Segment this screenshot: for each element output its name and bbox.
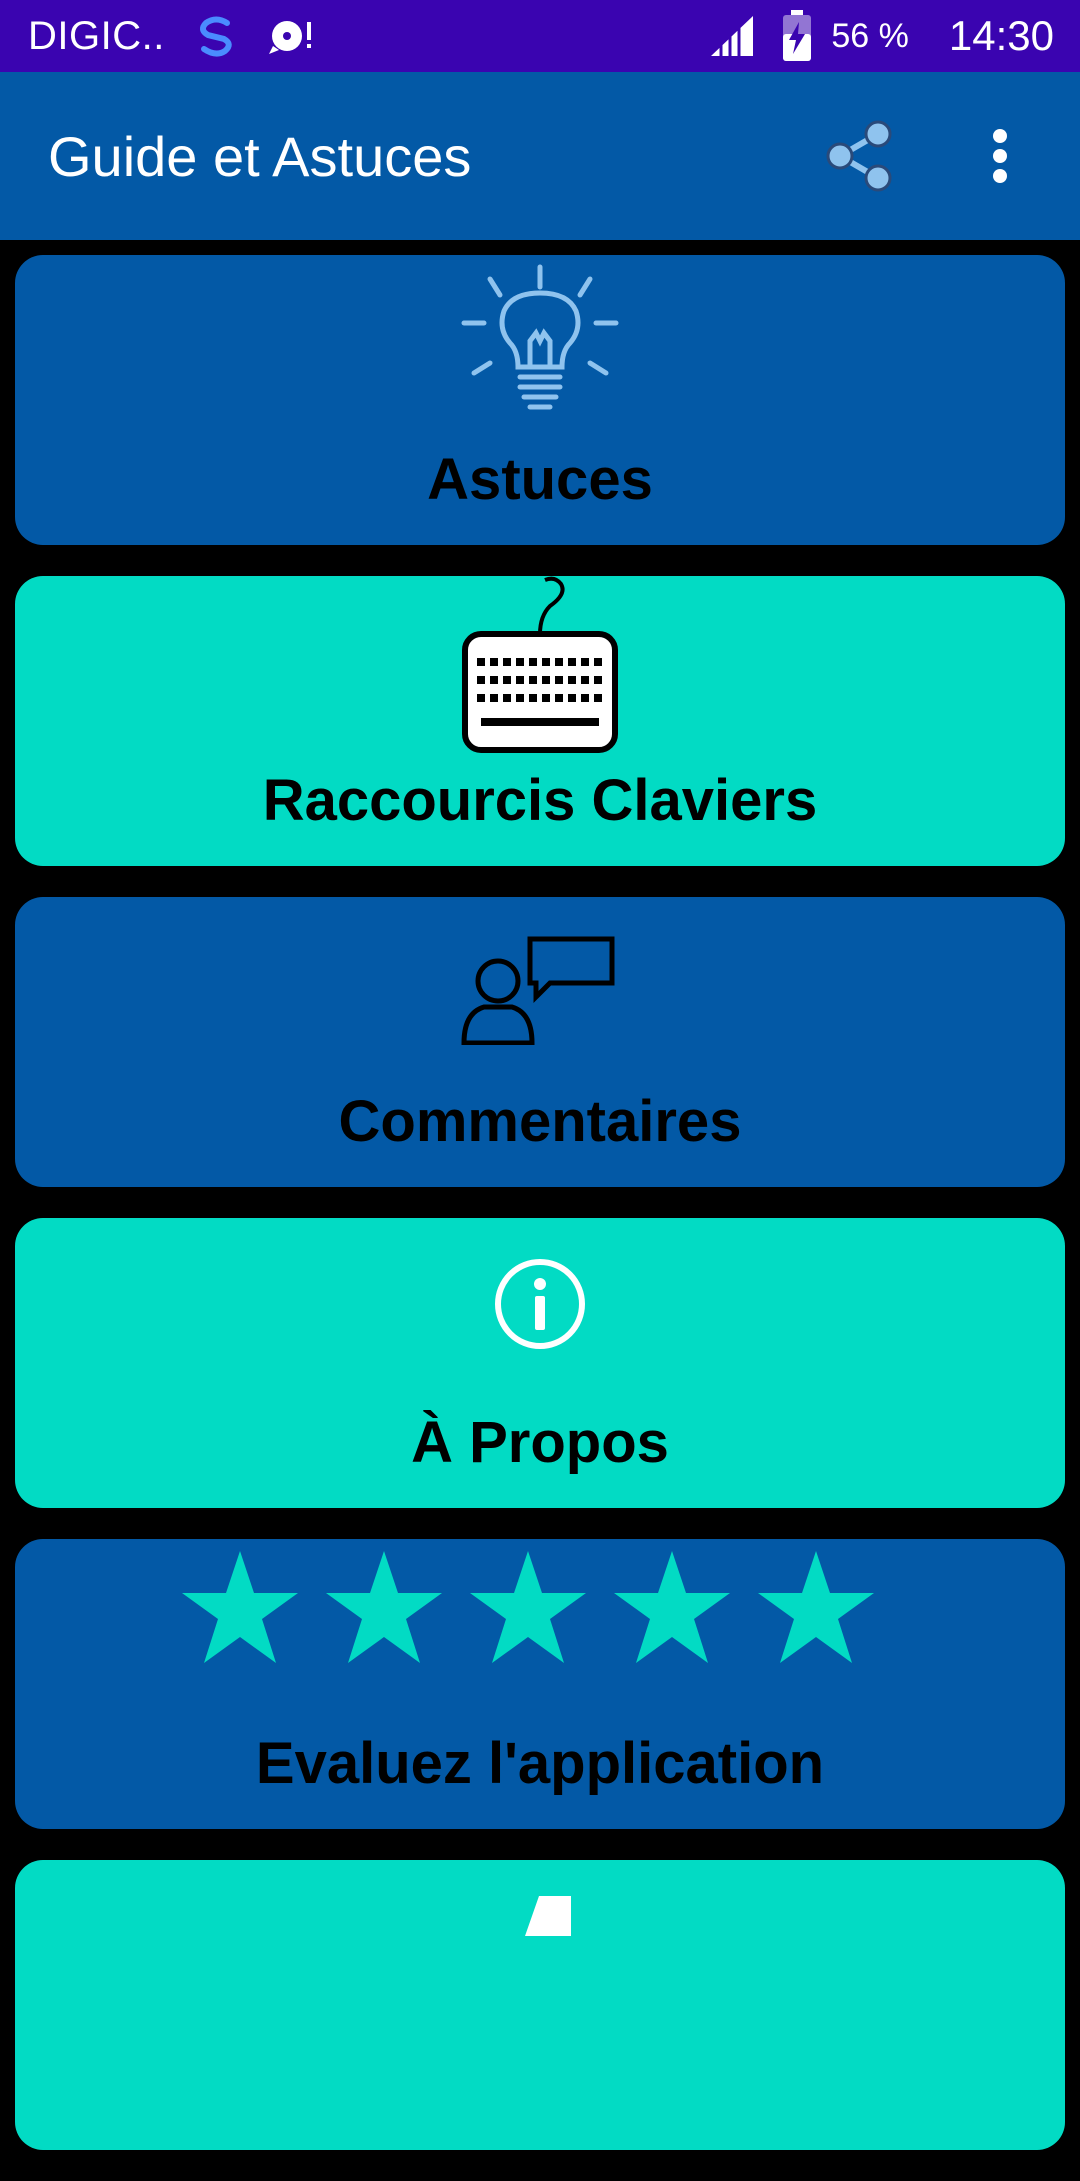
- app-bar: Guide et Astuces: [0, 72, 1080, 240]
- overflow-menu-button[interactable]: [950, 106, 1050, 206]
- menu-list: Astuces Raccourcis Claviers Commentaires…: [15, 255, 1065, 2181]
- info-icon: [15, 1256, 1065, 1352]
- share-button[interactable]: [810, 106, 910, 206]
- keyboard-icon: [15, 576, 1065, 756]
- rating-stars-icon: [15, 1549, 1065, 1671]
- status-bar: DIGIC.. 56 % 14:30: [0, 0, 1080, 72]
- star-icon: [470, 1551, 586, 1663]
- more-vert-icon: [993, 129, 1007, 183]
- star-icon: [326, 1551, 442, 1663]
- menu-card-raccourcis-claviers[interactable]: Raccourcis Claviers: [15, 576, 1065, 866]
- menu-card-label: Commentaires: [338, 1089, 742, 1154]
- star-icon: [182, 1551, 298, 1663]
- status-right: 56 % 14:30: [683, 10, 1054, 62]
- menu-card-evaluez[interactable]: Evaluez l'application: [15, 1539, 1065, 1829]
- star-icon: [758, 1551, 874, 1663]
- carrier-name: DIGIC..: [28, 13, 165, 58]
- menu-card-label: Astuces: [427, 447, 653, 512]
- lightbulb-icon: [15, 263, 1065, 423]
- menu-card-partial[interactable]: [15, 1860, 1065, 2150]
- app-s-icon: [191, 11, 241, 61]
- partial-icon: [15, 1896, 1065, 1936]
- menu-card-commentaires[interactable]: Commentaires: [15, 897, 1065, 1187]
- media-notification-icon: [267, 16, 315, 56]
- menu-card-a-propos[interactable]: À Propos: [15, 1218, 1065, 1508]
- signal-icon: [709, 14, 755, 58]
- star-icon: [614, 1551, 730, 1663]
- status-left: DIGIC..: [28, 11, 683, 61]
- menu-card-label: Raccourcis Claviers: [262, 768, 818, 833]
- user-comment-icon: [15, 935, 1065, 1045]
- battery-percent: 56 %: [831, 16, 909, 55]
- app-title: Guide et Astuces: [48, 124, 472, 188]
- battery-charging-icon: [781, 10, 813, 62]
- clock: 14:30: [948, 12, 1054, 59]
- menu-card-label: À Propos: [411, 1410, 669, 1475]
- share-icon: [826, 120, 892, 192]
- menu-card-astuces[interactable]: Astuces: [15, 255, 1065, 545]
- menu-card-label: Evaluez l'application: [255, 1731, 825, 1796]
